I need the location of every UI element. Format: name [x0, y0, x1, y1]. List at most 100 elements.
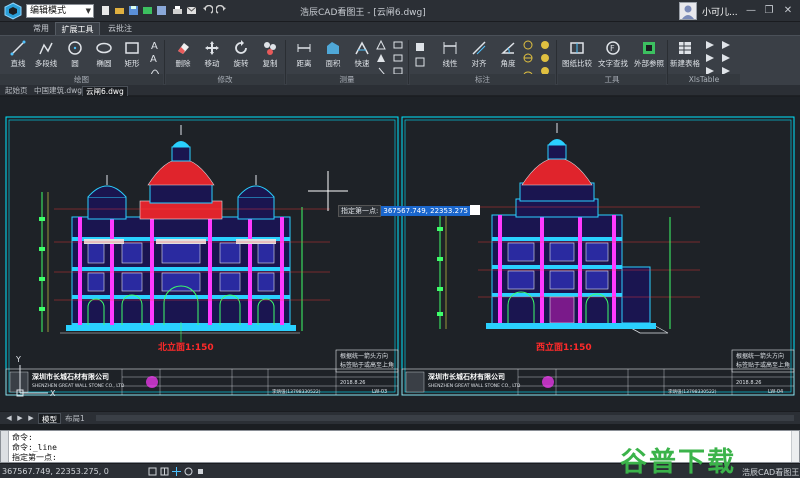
rectangle-icon — [125, 42, 139, 54]
west-elevation — [437, 123, 700, 334]
share-icon[interactable] — [142, 5, 153, 16]
eraser-icon — [178, 43, 189, 54]
drawing-canvas[interactable]: 北立面1:150 西立面1:150 根据统一箭头方向 标签贴于或高至上角 深圳市… — [0, 97, 800, 411]
doc-tab-yunzha6[interactable]: 云闸6.dwg — [82, 86, 128, 96]
drawing-compare-label: 图纸比较 — [562, 59, 592, 68]
table-edit-icon[interactable] — [720, 39, 732, 51]
group-tools: 工具 — [558, 74, 666, 85]
area-icon — [327, 42, 339, 54]
tooltip-coords[interactable]: 367567.749, 22353.275 — [381, 206, 470, 216]
new-file-icon[interactable] — [100, 5, 111, 16]
group-dimension: 标注 — [410, 74, 555, 85]
quick-measure-button[interactable]: 快速 — [345, 38, 379, 72]
email-icon[interactable] — [186, 5, 197, 16]
angle-dim-button[interactable]: 角度 — [491, 38, 525, 72]
table-edit-icon[interactable] — [720, 52, 732, 64]
minimize-button[interactable]: — — [743, 3, 759, 18]
cursor-coordinates: 367567.749, 22353.275, 0 — [2, 467, 109, 476]
horizontal-scrollbar[interactable] — [96, 415, 794, 421]
compare-icon — [570, 42, 584, 54]
text-search-button[interactable]: F 文字查找 — [596, 38, 630, 72]
undo-icon[interactable] — [202, 5, 213, 16]
tooltip-input-box[interactable] — [469, 205, 480, 215]
leader-icon[interactable] — [539, 52, 551, 64]
dim-toggle-icon[interactable] — [414, 56, 426, 68]
mode-select[interactable]: 编辑模式 ▼ — [26, 4, 94, 18]
tab-extended-tools[interactable]: 扩展工具 — [55, 22, 100, 35]
tab-common[interactable]: 常用 — [30, 22, 52, 35]
leader-icon[interactable] — [539, 39, 551, 51]
chevron-down-icon: ▼ — [85, 7, 91, 15]
save-icon[interactable] — [128, 5, 139, 16]
new-table-button[interactable]: 新建表格 — [668, 38, 702, 72]
copy-button[interactable]: 复制 — [253, 38, 287, 72]
right-code: LW-04 — [768, 389, 783, 395]
left-note-line1: 根据统一箭头方向 — [340, 352, 388, 360]
tab-layout1[interactable]: 布局1 — [62, 413, 88, 424]
watermark-text: 谷普下载 — [620, 447, 736, 478]
group-separator — [164, 40, 165, 84]
diameter-dim-icon[interactable] — [522, 52, 534, 64]
ribbon-panel: 直线 多段线 圆 椭圆 矩形 A A 绘图 删除 移动 旋转 复制 修改 距离 — [0, 35, 800, 85]
svg-text:A: A — [150, 54, 157, 64]
measure-extra-icon[interactable] — [392, 52, 404, 64]
tab-model[interactable]: 模型 — [38, 413, 61, 424]
text-icon[interactable]: A — [149, 39, 161, 51]
dim-toggle-icon[interactable] — [414, 41, 426, 53]
username[interactable]: 小可儿... — [702, 5, 738, 18]
rectangle-label: 矩形 — [124, 59, 140, 68]
line-icon — [10, 40, 26, 56]
command-window-grip[interactable] — [1, 431, 9, 462]
xref-button[interactable]: 外部参照 — [632, 38, 666, 72]
snap-icon[interactable] — [148, 467, 157, 476]
save-as-icon[interactable] — [156, 5, 167, 16]
north-elevation — [39, 125, 330, 342]
close-button[interactable]: ✕ — [780, 3, 796, 18]
drawing-compare-button[interactable]: 图纸比较 — [560, 38, 594, 72]
redo-icon[interactable] — [216, 5, 227, 16]
doc-tab-china-building[interactable]: 中国建筑.dwg — [31, 86, 85, 96]
angle-dim-label: 角度 — [500, 59, 516, 68]
layout-tab-bar: ◀ ▶ ▶ 模型 布局1 — [0, 411, 800, 424]
circle-icon — [68, 41, 82, 55]
group-separator — [556, 40, 557, 84]
open-folder-icon[interactable] — [114, 5, 125, 16]
print-icon[interactable] — [172, 5, 183, 16]
grid-icon[interactable] — [160, 467, 169, 476]
restore-button[interactable]: ❐ — [761, 3, 777, 18]
first-layout-icon[interactable]: ◀ — [4, 413, 14, 423]
command-input[interactable]: 指定第一点: — [12, 452, 57, 463]
left-date: 2018.8.26 — [340, 380, 365, 386]
aligned-dim-icon — [472, 41, 486, 55]
avatar[interactable] — [679, 2, 697, 20]
ortho-icon[interactable] — [172, 467, 181, 476]
doc-tab-start[interactable]: 起始页 — [2, 86, 31, 96]
rectangle-button[interactable]: 矩形 — [115, 38, 149, 72]
left-company-cn: 深圳市长城石材有限公司 — [32, 372, 109, 381]
distance-icon — [297, 44, 311, 52]
radius-dim-icon[interactable] — [522, 39, 534, 51]
rotate-icon — [235, 40, 247, 54]
next-layout-icon[interactable]: ▶ — [15, 413, 25, 423]
table-edit-icon[interactable] — [704, 52, 716, 64]
command-window-scrollbar[interactable] — [791, 431, 799, 462]
last-layout-icon[interactable]: ▶ — [26, 413, 36, 423]
title-bar: 编辑模式 ▼ 浩辰CAD看图王 - [云闸6.dwg] 小可儿... — ❐ ✕ — [0, 0, 800, 22]
measure-extra-icon[interactable] — [392, 39, 404, 51]
osnap-icon[interactable] — [196, 467, 205, 476]
group-draw: 绘图 — [0, 74, 163, 85]
linear-dim-icon — [443, 42, 457, 54]
new-table-label: 新建表格 — [670, 59, 700, 68]
tab-cloud-annotation[interactable]: 云批注 — [104, 22, 136, 35]
ellipse-icon — [96, 42, 112, 54]
right-phone: 李炳强(13798330522) — [668, 388, 717, 395]
svg-text:F: F — [610, 44, 615, 53]
text-search-icon: F — [606, 41, 620, 55]
coordinate-icon[interactable] — [375, 39, 387, 51]
arc-length-icon[interactable] — [375, 52, 387, 64]
right-note-line1: 根据统一箭头方向 — [736, 352, 784, 360]
mtext-icon[interactable]: A — [149, 52, 161, 64]
document-tab-bar: 起始页 中国建筑.dwg 云闸6.dwg — [0, 85, 800, 96]
table-edit-icon[interactable] — [704, 39, 716, 51]
polar-icon[interactable] — [184, 467, 193, 476]
